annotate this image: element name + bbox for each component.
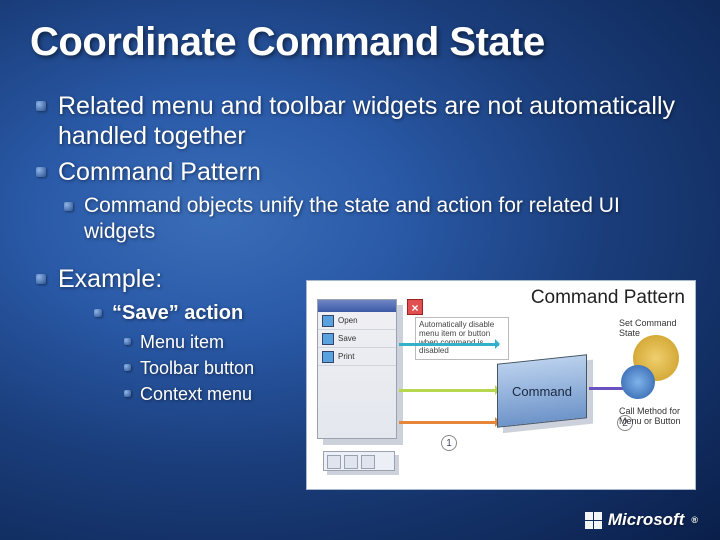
bullet-command-pattern: Command Pattern (30, 157, 690, 187)
diagram-toolbar-pane (323, 451, 395, 471)
command-pattern-diagram: Command Pattern Open Save Print × Automa… (306, 280, 696, 490)
diagram-command-box: Command (497, 354, 587, 427)
toolbar-btn (361, 455, 375, 469)
bullet-related-widgets: Related menu and toolbar widgets are not… (30, 91, 690, 151)
registered-mark: ® (691, 515, 698, 525)
close-icon: × (407, 299, 423, 315)
diagram-label-set-state: Set Command State (619, 319, 685, 339)
microsoft-logo: Microsoft ® (585, 510, 698, 530)
menu-save: Save (338, 334, 356, 343)
bullet-command-objects: Command objects unify the state and acti… (58, 193, 690, 246)
slide: Coordinate Command State Related menu an… (0, 0, 720, 540)
toolbar-btn (327, 455, 341, 469)
toolbar-btn (344, 455, 358, 469)
menu-print: Print (338, 352, 354, 361)
menu-open: Open (338, 316, 358, 325)
diagram-menu-pane: Open Save Print (317, 299, 397, 439)
microsoft-flag-icon (585, 512, 602, 529)
arrow-icon (399, 343, 499, 346)
arrow-icon (399, 421, 499, 424)
print-icon (322, 351, 334, 363)
diagram-label-call-method: Call Method for Menu or Button (619, 407, 685, 427)
command-label: Command (512, 384, 572, 399)
diagram-step-1: 1 (441, 435, 457, 451)
brand-name: Microsoft (608, 510, 685, 530)
diagram-title: Command Pattern (531, 287, 685, 309)
slide-title: Coordinate Command State (30, 20, 690, 65)
arrow-icon (399, 389, 499, 392)
save-icon (322, 333, 334, 345)
open-icon (322, 315, 334, 327)
gear-icon (621, 335, 687, 401)
